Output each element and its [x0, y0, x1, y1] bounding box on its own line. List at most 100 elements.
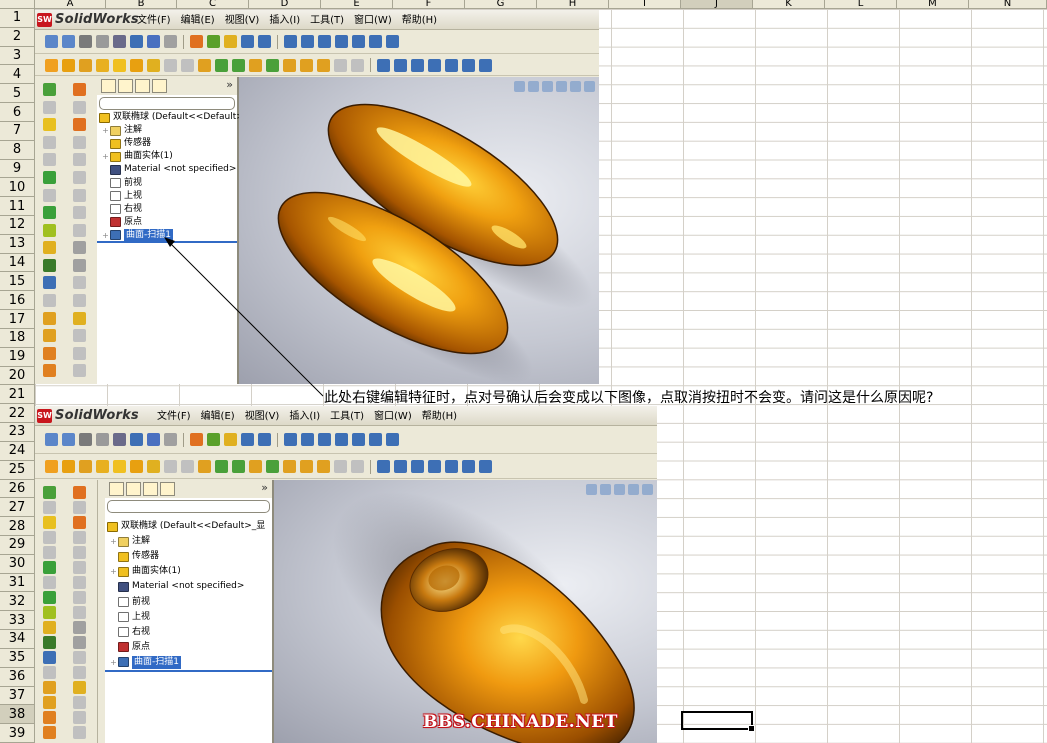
sketch-tool-icon[interactable] [43, 329, 56, 343]
sketch-tool-icon[interactable] [43, 276, 56, 290]
sketch-tool-icon[interactable] [43, 711, 56, 724]
row-header-15[interactable]: 15 [0, 272, 35, 292]
tree-item[interactable]: 原点 [109, 641, 150, 654]
column-header-i[interactable]: I [609, 0, 681, 9]
tree-item[interactable]: 前视 [109, 596, 150, 609]
view-tool-icon[interactable] [45, 35, 58, 48]
view-tool-icon[interactable] [79, 35, 92, 48]
view-tool-icon[interactable] [386, 35, 399, 48]
expand-chevron-icon[interactable]: » [226, 78, 233, 91]
expander-icon[interactable]: + [109, 537, 118, 546]
view-tool-icon[interactable] [96, 35, 109, 48]
tree-item[interactable]: + 注解 [101, 124, 142, 137]
configuration-manager-tab-icon[interactable] [135, 79, 150, 93]
feature-tool-icon[interactable] [249, 460, 262, 473]
row-header-24[interactable]: 24 [0, 441, 35, 461]
row-header-12[interactable]: 12 [0, 216, 35, 235]
column-header-l[interactable]: L [825, 0, 897, 9]
menu-window[interactable]: 窗口(W) [349, 12, 397, 29]
sketch-tool-icon[interactable] [43, 546, 56, 559]
feature-tool-icon[interactable] [317, 58, 330, 72]
row-header-4[interactable]: 4 [0, 65, 35, 85]
tree-item[interactable]: 上视 [109, 611, 150, 624]
sketch-tool-icon[interactable] [43, 621, 56, 634]
feature-tool-icon[interactable] [232, 460, 245, 473]
row-header-17[interactable]: 17 [0, 310, 35, 329]
view-tool-icon[interactable] [241, 433, 254, 446]
sketch-tool-icon[interactable] [73, 241, 86, 255]
row-header-13[interactable]: 13 [0, 234, 35, 254]
row-header-32[interactable]: 32 [0, 592, 35, 612]
row-header-27[interactable]: 27 [0, 498, 35, 518]
configuration-manager-tab-icon[interactable] [143, 482, 158, 496]
feature-tool-icon[interactable] [394, 58, 407, 72]
tree-item[interactable]: + 曲面实体(1) [109, 565, 181, 578]
rollback-bar[interactable] [105, 670, 272, 672]
row-header-1[interactable]: 1 [0, 9, 35, 28]
feature-tool-icon[interactable] [283, 58, 296, 72]
column-header-e[interactable]: E [321, 0, 393, 9]
column-header-j[interactable]: J [681, 0, 753, 9]
feature-tool-icon[interactable] [479, 58, 492, 72]
view-tool-icon[interactable] [258, 433, 271, 446]
sketch-tool-icon[interactable] [43, 135, 56, 149]
feature-tool-icon[interactable] [428, 58, 441, 72]
feature-tool-icon[interactable] [334, 58, 347, 72]
sketch-tool-icon[interactable] [73, 531, 86, 544]
sketch-tool-icon[interactable] [73, 681, 86, 694]
active-cell-j38[interactable] [681, 711, 755, 732]
view-tool-icon[interactable] [62, 35, 75, 48]
tree-root-part[interactable]: 双联椭球 (Default<<Default>_显 [107, 520, 265, 533]
feature-tool-icon[interactable] [462, 58, 475, 72]
row-header-38[interactable]: 38 [0, 705, 35, 725]
sketch-tool-icon[interactable] [73, 696, 86, 709]
tree-item[interactable]: 原点 [101, 216, 142, 229]
row-header-34[interactable]: 34 [0, 630, 35, 649]
feature-tool-icon[interactable] [445, 460, 458, 473]
view-tool-icon[interactable] [96, 433, 109, 446]
sketch-tool-icon[interactable] [73, 486, 86, 499]
sketch-tool-icon[interactable] [43, 241, 56, 255]
feature-tool-icon[interactable] [334, 460, 347, 473]
view-tool-icon[interactable] [301, 433, 314, 446]
tree-item[interactable]: + 曲面-扫描1 [109, 655, 181, 669]
column-header-f[interactable]: F [393, 0, 465, 9]
sketch-tool-icon[interactable] [43, 294, 56, 308]
menu-file[interactable]: 文件(F) [132, 12, 176, 29]
tree-item[interactable]: + 曲面实体(1) [101, 150, 173, 163]
row-header-26[interactable]: 26 [0, 479, 35, 499]
view-tool-icon[interactable] [301, 35, 314, 48]
view-tool-icon[interactable] [369, 35, 382, 48]
row-header-36[interactable]: 36 [0, 667, 35, 687]
feature-tool-icon[interactable] [266, 58, 279, 72]
sketch-tool-icon[interactable] [73, 83, 86, 96]
view-tool-icon[interactable] [335, 35, 348, 48]
feature-tool-icon[interactable] [394, 460, 407, 473]
sketch-tool-icon[interactable] [73, 711, 86, 724]
expander-icon[interactable]: + [101, 231, 110, 240]
row-header-5[interactable]: 5 [0, 84, 35, 104]
sketch-tool-icon[interactable] [43, 696, 56, 709]
tree-filter-input[interactable] [99, 97, 235, 110]
row-header-23[interactable]: 23 [0, 423, 35, 442]
dimxpert-tab-icon[interactable] [160, 482, 175, 496]
sketch-tool-icon[interactable] [43, 223, 56, 237]
sketch-tool-icon[interactable] [43, 206, 56, 220]
tree-filter-input[interactable] [107, 500, 270, 513]
view-tool-icon[interactable] [62, 433, 75, 446]
row-header-30[interactable]: 30 [0, 554, 35, 574]
sketch-tool-icon[interactable] [43, 531, 56, 544]
sketch-tool-icon[interactable] [73, 276, 86, 290]
feature-manager-tab-icon[interactable] [101, 79, 116, 93]
sketch-tool-icon[interactable] [43, 118, 56, 132]
expander-icon[interactable]: + [101, 126, 110, 135]
view-tool-icon[interactable] [190, 35, 203, 48]
menu-edit[interactable]: 编辑(E) [176, 12, 220, 29]
sketch-tool-icon[interactable] [43, 258, 56, 272]
sketch-tool-icon[interactable] [43, 591, 56, 604]
sketch-tool-icon[interactable] [43, 651, 56, 664]
view-tool-icon[interactable] [147, 35, 160, 48]
sketch-tool-icon[interactable] [43, 636, 56, 649]
view-tool-icon[interactable] [284, 35, 297, 48]
view-tool-icon[interactable] [190, 433, 203, 446]
